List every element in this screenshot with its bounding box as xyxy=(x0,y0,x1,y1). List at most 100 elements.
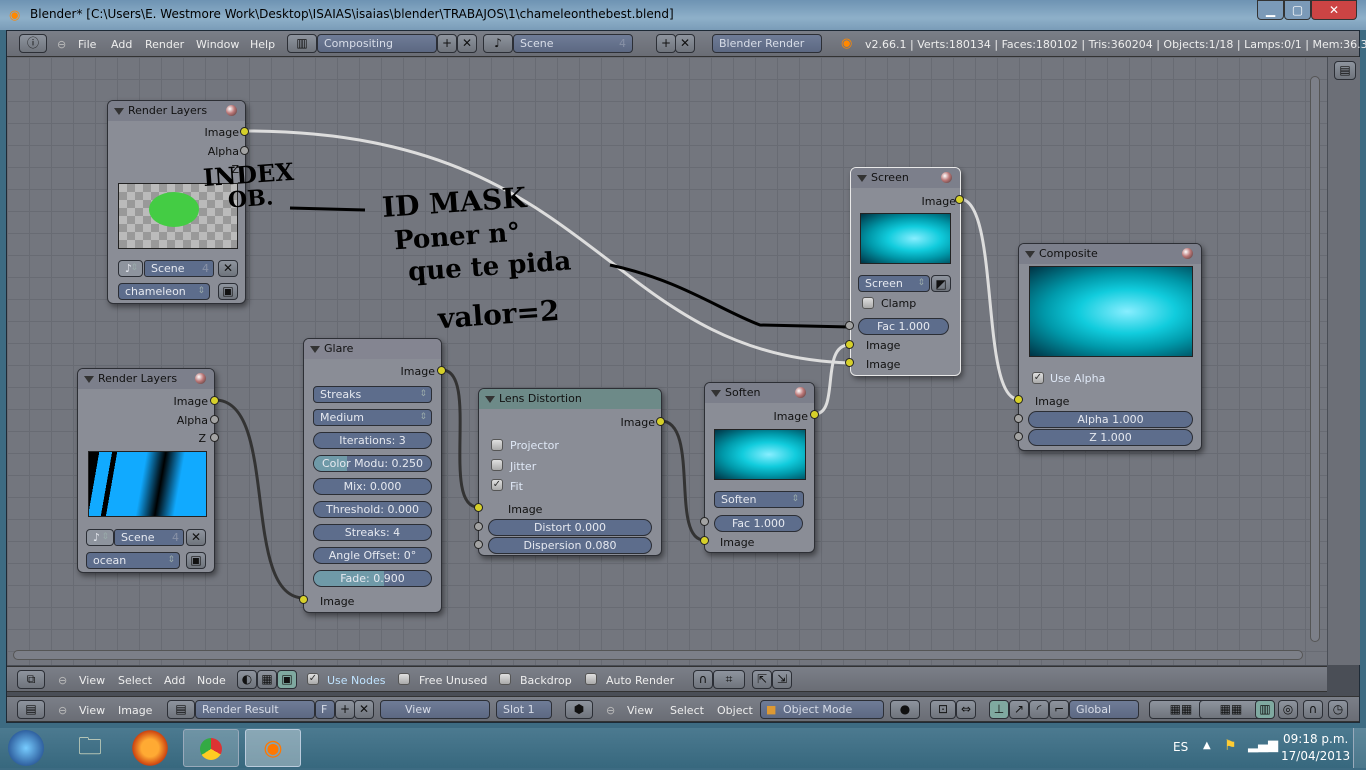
menu-object[interactable]: Object xyxy=(717,704,753,717)
snap-grid-icon[interactable]: ⌗ xyxy=(713,670,745,689)
collapse-menu-icon[interactable]: ⊖ xyxy=(606,704,615,717)
menu-image[interactable]: Image xyxy=(118,704,152,717)
unlink-scene-button[interactable]: ✕ xyxy=(218,260,238,277)
menu-view[interactable]: View xyxy=(79,674,105,687)
blend-type-select[interactable]: Screen xyxy=(858,275,930,292)
network-signal-icon[interactable]: ▂▄▆ xyxy=(1248,738,1278,753)
node-header[interactable]: Composite xyxy=(1019,244,1201,264)
glare-quality-select[interactable]: Medium xyxy=(313,409,432,426)
distort-field[interactable]: Distort 0.000 xyxy=(488,519,652,536)
mode-select[interactable]: ■ Object Mode xyxy=(760,700,884,719)
fac-field[interactable]: Fac 1.000 xyxy=(858,318,949,335)
socket-output-image[interactable] xyxy=(955,195,964,204)
view-layer-select[interactable]: View xyxy=(380,700,490,719)
scene-field[interactable]: Scene 4 xyxy=(144,260,214,277)
rotate-manipulator-icon[interactable]: ◜ xyxy=(1029,700,1049,719)
node-header[interactable]: Lens Distortion xyxy=(479,389,661,409)
node-glare[interactable]: Glare Image Streaks Medium Iterations: 3… xyxy=(303,338,442,613)
threshold-field[interactable]: Threshold: 0.000 xyxy=(313,501,432,518)
socket-output-z[interactable] xyxy=(210,433,219,442)
socket-output-image[interactable] xyxy=(437,366,446,375)
scale-manipulator-icon[interactable]: ⌐ xyxy=(1049,700,1069,719)
socket-input-image-2[interactable] xyxy=(845,358,854,367)
fac-field[interactable]: Fac 1.000 xyxy=(714,515,803,532)
socket-output-alpha[interactable] xyxy=(210,415,219,424)
scene-icon[interactable]: ♪ xyxy=(86,529,114,546)
viewport-shading-icon[interactable]: ● xyxy=(890,700,920,719)
node-render-layers-2[interactable]: Render Layers Image Alpha Z ♪ Scene 4 ✕ o… xyxy=(77,368,215,573)
socket-input-image[interactable] xyxy=(700,536,709,545)
layer-select[interactable]: ocean xyxy=(86,552,180,569)
node-soften[interactable]: Soften Image Soften Fac 1.000 Image xyxy=(704,382,815,553)
translate-manipulator-icon[interactable]: ↗ xyxy=(1009,700,1029,719)
menu-select[interactable]: Select xyxy=(118,674,152,687)
filter-type-select[interactable]: Soften xyxy=(714,491,804,508)
clock-date[interactable]: 17/04/2013 xyxy=(1281,749,1350,763)
start-button[interactable] xyxy=(8,730,44,766)
socket-input-z[interactable] xyxy=(1014,432,1023,441)
node-editor-type-icon[interactable]: ⧉ xyxy=(17,670,45,689)
snap-magnet-icon[interactable]: ∩ xyxy=(693,670,713,689)
lock-camera-icon[interactable]: ▥ xyxy=(1255,700,1275,719)
firefox-taskbar-icon[interactable] xyxy=(128,729,172,767)
action-center-icon[interactable]: ⚑ xyxy=(1224,738,1237,754)
new-image-button[interactable]: + xyxy=(335,700,355,719)
texture-nodes-icon[interactable]: ▦ xyxy=(257,670,277,689)
socket-output-image[interactable] xyxy=(240,127,249,136)
scene-field[interactable]: Scene 4 xyxy=(114,529,184,546)
socket-input-alpha[interactable] xyxy=(1014,414,1023,423)
streaks-field[interactable]: Streaks: 4 xyxy=(313,524,432,541)
image-editor-type-icon[interactable]: ▤ xyxy=(17,700,45,719)
menu-select[interactable]: Select xyxy=(670,704,704,717)
layer-select[interactable]: chameleon xyxy=(118,283,210,300)
backdrop-checkbox[interactable] xyxy=(499,673,511,685)
paste-nodes-icon[interactable]: ⇲ xyxy=(772,670,792,689)
menu-add[interactable]: Add xyxy=(164,674,185,687)
use-nodes-checkbox[interactable]: ✓ xyxy=(307,673,319,685)
node-header[interactable]: Screen xyxy=(851,168,960,188)
iterations-field[interactable]: Iterations: 3 xyxy=(313,432,432,449)
node-header[interactable]: Render Layers xyxy=(78,369,214,389)
3d-view-type-icon[interactable]: ⬢ xyxy=(565,700,593,719)
unlink-image-button[interactable]: ✕ xyxy=(354,700,374,719)
alpha-field[interactable]: Alpha 1.000 xyxy=(1028,411,1193,428)
angle-offset-field[interactable]: Angle Offset: 0° xyxy=(313,547,432,564)
compositing-nodes-icon[interactable]: ▣ xyxy=(277,670,297,689)
manipulator-toggle-icon[interactable]: ⊥ xyxy=(989,700,1009,719)
image-browse-icon[interactable]: ▤ xyxy=(167,700,195,719)
unlink-scene-button[interactable]: ✕ xyxy=(186,529,206,546)
scene-icon[interactable]: ♪ xyxy=(118,260,143,277)
free-unused-checkbox[interactable] xyxy=(398,673,410,685)
glare-type-select[interactable]: Streaks xyxy=(313,386,432,403)
mix-field[interactable]: Mix: 0.000 xyxy=(313,478,432,495)
auto-render-checkbox[interactable] xyxy=(585,673,597,685)
fake-user-button[interactable]: F xyxy=(315,700,335,719)
shader-nodes-icon[interactable]: ◐ xyxy=(237,670,257,689)
render-layer-button[interactable]: ▣ xyxy=(186,552,206,569)
fade-slider[interactable]: Fade: 0.900 xyxy=(313,570,432,587)
node-render-layers-1[interactable]: Render Layers Image Alpha Z ♪ Scene4 ✕ c… xyxy=(107,100,246,304)
node-header[interactable]: Render Layers xyxy=(108,101,245,121)
render-layer-button[interactable]: ▣ xyxy=(218,283,238,300)
language-indicator[interactable]: ES xyxy=(1173,740,1188,754)
manipulator-center-icon[interactable]: ⇔ xyxy=(956,700,976,719)
collapse-menu-icon[interactable]: ⊖ xyxy=(58,704,67,717)
blender-taskbar-button[interactable]: ◉ xyxy=(245,729,301,767)
use-alpha-checkbox[interactable]: ✓ xyxy=(1032,372,1044,384)
pivot-point-icon[interactable]: ⊡ xyxy=(930,700,956,719)
chrome-taskbar-button[interactable] xyxy=(183,729,239,767)
socket-output-image[interactable] xyxy=(810,410,819,419)
clock-time[interactable]: 09:18 p.m. xyxy=(1283,732,1348,746)
node-header[interactable]: Soften xyxy=(705,383,814,403)
menu-view[interactable]: View xyxy=(627,704,653,717)
opengl-render-icon[interactable]: ◷ xyxy=(1328,700,1348,719)
use-alpha-toggle-icon[interactable]: ◩ xyxy=(931,275,951,292)
socket-output-alpha[interactable] xyxy=(240,146,249,155)
socket-input-image[interactable] xyxy=(474,503,483,512)
socket-input-fac[interactable] xyxy=(700,517,709,526)
proportional-edit-icon[interactable]: ◎ xyxy=(1278,700,1298,719)
collapse-menu-icon[interactable]: ⊖ xyxy=(58,674,67,687)
menu-view[interactable]: View xyxy=(79,704,105,717)
node-screen-mix[interactable]: Screen Image Screen ◩ Clamp Fac 1.000 Im… xyxy=(850,167,961,376)
clamp-checkbox[interactable] xyxy=(862,297,874,309)
